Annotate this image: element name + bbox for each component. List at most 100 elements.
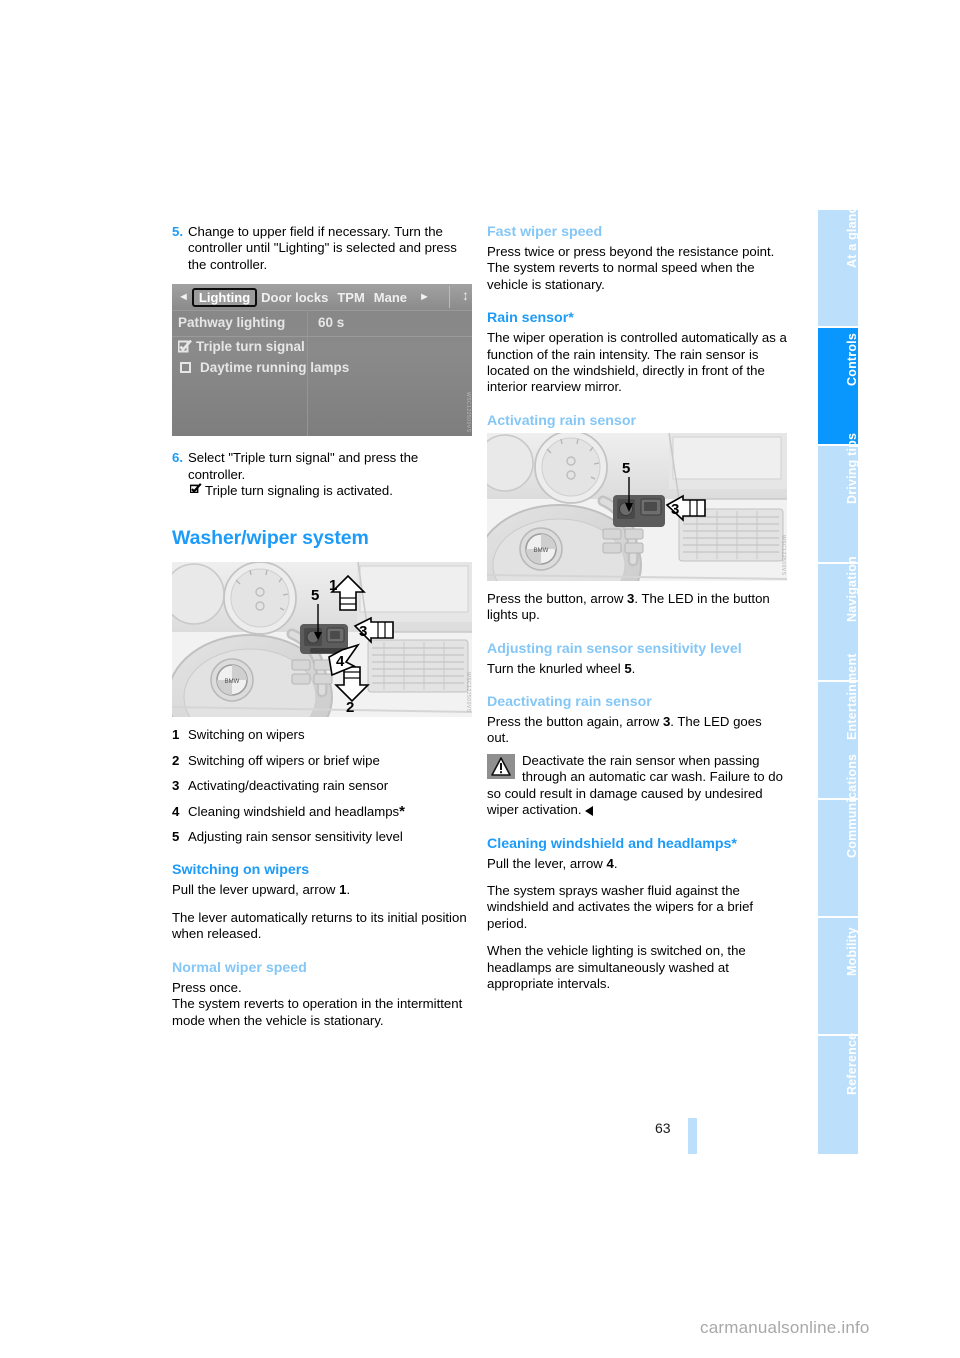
- section-tab-rail: At a glance Controls Driving tips Naviga…: [818, 199, 859, 1154]
- legend-label-text: Cleaning windshield and headlamps: [188, 803, 400, 819]
- heading-cleaning-windshield-headlamps: Cleaning windshield and headlamps*: [487, 835, 737, 852]
- legend-number: 1: [172, 727, 180, 743]
- legend-item: 4 Cleaning windshield and headlamps*: [172, 804, 472, 820]
- paragraph-headlamps-washed: When the vehicle lighting is switched on…: [487, 943, 746, 991]
- scroll-updown-icon[interactable]: ↕: [462, 287, 469, 303]
- idrive-menu-bar: ◄ Lighting Door locks TPM Mane ►: [172, 284, 472, 311]
- heading-switching-on-wipers: Switching on wipers: [172, 862, 310, 879]
- svg-text:2: 2: [346, 699, 354, 716]
- svg-text:5: 5: [311, 587, 319, 604]
- idrive-bar-divider: [449, 286, 450, 309]
- text-fragment: Press the button again, arrow: [487, 714, 663, 730]
- idrive-row-label-daytime-running-lamps[interactable]: Daytime running lamps: [200, 360, 349, 375]
- idrive-menu-item-tpm[interactable]: TPM: [337, 290, 364, 305]
- sidebar-tab-driving-tips[interactable]: Driving tips: [818, 433, 859, 564]
- legend-label: Switching on wipers: [188, 727, 305, 743]
- sidebar-tab-label: Mobility: [845, 927, 859, 976]
- idrive-row-value-pathway-lighting[interactable]: 60 s: [318, 315, 344, 330]
- left-text-column: 5. Change to upper field if necessary. T…: [172, 224, 472, 1040]
- page-title: Washer/wiper system: [172, 527, 369, 550]
- idrive-menu-item-door-locks[interactable]: Door locks: [261, 290, 328, 305]
- page-number: 63: [655, 1120, 671, 1136]
- step-text: Select "Triple turn signal" and press th…: [188, 450, 472, 499]
- step-6-text: Select "Triple turn signal" and press th…: [188, 450, 419, 482]
- heading-normal-wiper-speed: Normal wiper speed: [172, 959, 307, 976]
- legend-item: 3 Activating/deactivating rain sensor: [172, 778, 472, 794]
- page-number-bar: [688, 1118, 697, 1154]
- legend-item: 5 Adjusting rain sensor sensitivity leve…: [172, 829, 472, 845]
- legend-number: 2: [172, 752, 180, 768]
- right-text-column: Fast wiper speed Press twice or press be…: [487, 224, 787, 1003]
- paragraph-press-twice: Press twice or press beyond the resistan…: [487, 244, 775, 259]
- paragraph-lever-returns: The lever automatically returns to its i…: [172, 909, 467, 942]
- text-fragment: .: [346, 882, 351, 898]
- svg-text:BMW: BMW: [225, 679, 240, 685]
- idrive-divider: [172, 336, 472, 338]
- step-6-result: Triple turn signaling is activated.: [205, 483, 393, 499]
- text-fragment: Pull the lever upward, arrow: [172, 882, 340, 898]
- heading-deactivating-rain-sensor: Deactivating rain sensor: [487, 694, 652, 711]
- idrive-divider: [172, 310, 472, 312]
- legend-label: Adjusting rain sensor sensitivity level: [188, 829, 403, 845]
- warning-triangle-icon: [487, 753, 515, 779]
- paragraph-turn-knurled-wheel: Turn the knurled wheel 5.: [487, 661, 787, 677]
- sidebar-tab-mobility[interactable]: Mobility: [818, 918, 859, 1036]
- sidebar-tab-label: At a glance: [845, 199, 859, 268]
- note-end-marker-icon: [584, 805, 593, 816]
- warning-note: Deactivate the rain sensor when passing …: [487, 753, 787, 819]
- chevron-left-icon[interactable]: ◄: [178, 291, 189, 303]
- text-fragment: Turn the knurled wheel: [487, 660, 625, 676]
- figure-watermark: WSC122500VS: [780, 535, 786, 576]
- arrow-reference: 4: [606, 855, 614, 871]
- heading-adjusting-sensitivity: Adjusting rain sensor sensitivity level: [487, 640, 742, 657]
- step-text: Change to upper field if necessary. Turn…: [188, 224, 457, 272]
- text-fragment: .: [631, 660, 636, 676]
- idrive-row-label-pathway-lighting[interactable]: Pathway lighting: [178, 315, 285, 330]
- checkbox-unchecked-icon[interactable]: [180, 362, 191, 374]
- control-reference: 5: [624, 660, 632, 676]
- paragraph-pull-lever-upward: Pull the lever upward, arrow 1.: [172, 882, 472, 898]
- idrive-display-screenshot: ◄ Lighting Door locks TPM Mane ► ↕ Pathw…: [172, 284, 472, 437]
- figure-watermark: WSC122500VS: [465, 391, 471, 433]
- sidebar-tab-reference[interactable]: Reference: [818, 1032, 859, 1154]
- sidebar-tab-controls[interactable]: Controls: [818, 328, 859, 446]
- heading-rain-sensor: Rain sensor*: [487, 310, 574, 327]
- heading-activating-rain-sensor: Activating rain sensor: [487, 412, 637, 429]
- legend-number: 5: [172, 829, 180, 845]
- paragraph-pull-lever-arrow-4: Pull the lever, arrow 4.: [487, 856, 787, 872]
- manual-page: At a glance Controls Driving tips Naviga…: [0, 0, 960, 1358]
- idrive-menu-item-lighting[interactable]: Lighting: [191, 287, 258, 307]
- step-5: 5. Change to upper field if necessary. T…: [172, 224, 472, 273]
- legend-number: 3: [172, 778, 180, 794]
- sidebar-tab-label: Communications: [845, 753, 859, 858]
- legend-label: Activating/deactivating rain sensor: [188, 778, 389, 794]
- figure-rain-sensor-button: BMW 3 5 WSC122500VS: [487, 432, 787, 581]
- legend-label: Switching off wipers or brief wipe: [188, 752, 380, 768]
- paragraph-press-once: Press once.: [172, 979, 242, 995]
- legend-item: 1 Switching on wipers: [172, 727, 472, 743]
- site-watermark: carmanualsonline.info: [700, 1318, 870, 1337]
- text-fragment: Pull the lever, arrow: [487, 855, 607, 871]
- idrive-row-label-triple-turn-signal[interactable]: Triple turn signal: [196, 339, 305, 354]
- figure-watermark: WSC122500VS: [465, 671, 471, 713]
- wiper-legend-list: 1 Switching on wipers 2 Switching off wi…: [172, 727, 472, 845]
- chevron-right-icon[interactable]: ►: [419, 291, 430, 303]
- sidebar-tab-label: Reference: [845, 1032, 859, 1095]
- heading-fast-wiper-speed: Fast wiper speed: [487, 224, 603, 240]
- svg-text:3: 3: [359, 623, 367, 640]
- checkbox-checked-icon[interactable]: [177, 339, 192, 353]
- paragraph-reverts-normal-speed: The system reverts to normal speed when …: [487, 260, 755, 292]
- svg-text:1: 1: [329, 577, 337, 594]
- sidebar-tab-at-a-glance[interactable]: At a glance: [818, 199, 859, 328]
- step-number: 5.: [172, 224, 183, 239]
- idrive-menu-item-maneuvering[interactable]: Mane: [374, 290, 407, 305]
- sidebar-tab-communications[interactable]: Communications: [818, 754, 859, 918]
- legend-number: 4: [172, 803, 180, 819]
- sidebar-tab-label: Driving tips: [845, 432, 859, 504]
- optional-equipment-asterisk: *: [399, 802, 405, 820]
- paragraph-intermittent-mode: The system reverts to operation in the i…: [172, 996, 463, 1028]
- sidebar-tab-label: Navigation: [845, 556, 859, 622]
- svg-text:5: 5: [622, 460, 630, 477]
- text-fragment: .: [613, 855, 618, 871]
- paragraph-sprays-washer-fluid: The system sprays washer fluid against t…: [487, 882, 754, 931]
